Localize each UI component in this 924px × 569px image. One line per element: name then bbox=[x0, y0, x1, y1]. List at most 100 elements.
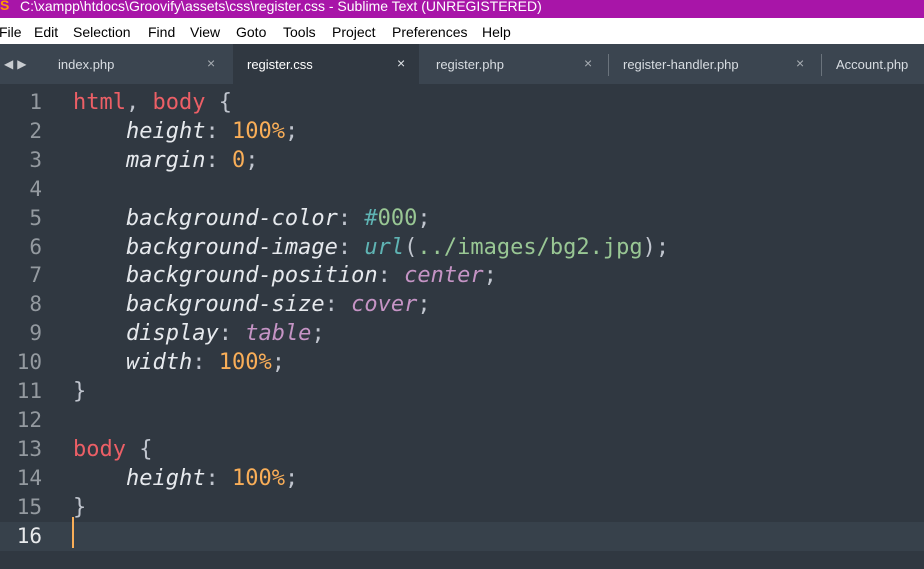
code-line[interactable]: 12 bbox=[0, 406, 924, 435]
code-token: 000 bbox=[377, 205, 418, 231]
line-code: height: 100%; bbox=[73, 466, 298, 491]
window-title: C:\xampp\htdocs\Groovify\assets\css\regi… bbox=[20, 0, 542, 14]
line-code: } bbox=[73, 495, 86, 520]
menu-preferences[interactable]: Preferences bbox=[392, 24, 467, 40]
code-token: 0 bbox=[231, 147, 246, 173]
code-token: margin bbox=[125, 147, 206, 173]
line-number: 6 bbox=[29, 234, 42, 259]
code-line[interactable]: 8 background-size: cover; bbox=[0, 290, 924, 319]
menu-edit[interactable]: Edit bbox=[34, 24, 58, 40]
code-token: ; bbox=[284, 465, 299, 491]
code-line[interactable]: 1 html, body { bbox=[0, 88, 924, 117]
nav-forward-icon[interactable]: ▶ bbox=[17, 57, 30, 71]
nav-back-icon[interactable]: ◀ bbox=[4, 57, 17, 71]
code-token: : bbox=[337, 234, 365, 260]
menu-project[interactable]: Project bbox=[332, 24, 376, 40]
line-number: 14 bbox=[16, 465, 42, 490]
tab-label: index.php bbox=[58, 57, 115, 72]
code-token: ); bbox=[642, 234, 670, 260]
line-code: background-position: center; bbox=[73, 263, 497, 288]
line-code: margin: 0; bbox=[73, 148, 258, 173]
code-token: center bbox=[404, 263, 484, 289]
line-code: background-size: cover; bbox=[73, 292, 431, 317]
line-number: 8 bbox=[29, 292, 42, 317]
code-token: 100 bbox=[231, 465, 272, 491]
close-icon[interactable]: × bbox=[397, 55, 405, 71]
code-token: background-size bbox=[125, 292, 325, 318]
code-token: body bbox=[152, 90, 206, 115]
code-line[interactable]: 4 bbox=[0, 175, 924, 204]
menu-file[interactable]: File bbox=[0, 24, 22, 40]
close-icon[interactable]: × bbox=[207, 55, 215, 71]
code-line[interactable]: 11} bbox=[0, 377, 924, 406]
menu-view[interactable]: View bbox=[190, 24, 220, 40]
code-line[interactable]: 10 width: 100%; bbox=[0, 348, 924, 377]
menu-help[interactable]: Help bbox=[482, 24, 511, 40]
line-code: body { bbox=[73, 437, 152, 462]
code-token: ; bbox=[483, 263, 497, 289]
code-token: , bbox=[125, 90, 153, 115]
code-line[interactable]: 2 height: 100%; bbox=[0, 117, 924, 146]
code-token: : bbox=[205, 147, 232, 173]
menu-tools[interactable]: Tools bbox=[283, 24, 316, 40]
code-token: body bbox=[73, 436, 126, 462]
line-number: 11 bbox=[16, 379, 42, 403]
code-token: background-color bbox=[125, 205, 338, 231]
tab-register-php[interactable]: register.php × bbox=[420, 44, 606, 84]
code-editor[interactable]: 1 html, body {2 height: 100%; 3 margin: 0;… bbox=[0, 84, 924, 569]
menu-selection[interactable]: Selection bbox=[73, 24, 131, 40]
tab-label: register.css bbox=[247, 57, 313, 72]
code-token: } bbox=[73, 494, 87, 520]
line-number: 16 bbox=[16, 523, 42, 548]
line-number: 12 bbox=[16, 407, 42, 432]
code-token: : bbox=[205, 118, 232, 144]
line-code: background-image: url(../images/bg2.jpg)… bbox=[73, 235, 669, 260]
code-line[interactable]: 16 bbox=[0, 521, 924, 551]
code-token: ; bbox=[284, 118, 299, 144]
tab-account-php[interactable]: Account.php bbox=[822, 44, 924, 84]
code-token: ; bbox=[417, 205, 431, 231]
line-code: width: 100%; bbox=[73, 350, 285, 375]
line-code: height: 100%; bbox=[73, 119, 298, 144]
tab-register-css[interactable]: register.css × bbox=[233, 44, 419, 84]
code-token: ../images/bg2.jpg bbox=[417, 234, 643, 260]
line-number: 13 bbox=[16, 436, 42, 461]
code-token: % bbox=[258, 350, 272, 376]
code-line[interactable]: 13 body { bbox=[0, 435, 924, 464]
code-token: display bbox=[125, 321, 219, 347]
code-line[interactable]: 9 display: table; bbox=[0, 319, 924, 348]
code-token: height bbox=[125, 465, 206, 491]
code-line[interactable]: 6 background-image: url(../images/bg2.jp… bbox=[0, 233, 924, 262]
menu-goto[interactable]: Goto bbox=[236, 24, 266, 40]
text-cursor bbox=[72, 517, 74, 548]
line-code: background-color: #000; bbox=[73, 206, 431, 231]
tab-register-handler-php[interactable]: register-handler.php × bbox=[609, 44, 818, 84]
code-line[interactable]: 7 background-position: center; bbox=[0, 261, 924, 290]
code-token: 100 bbox=[218, 350, 259, 376]
code-token: { bbox=[125, 436, 153, 462]
code-line[interactable]: 5 background-color: #000; bbox=[0, 204, 924, 233]
code-token: height bbox=[125, 118, 206, 144]
code-token: : bbox=[337, 205, 365, 231]
close-icon[interactable]: × bbox=[584, 55, 592, 71]
code-line[interactable]: 14 height: 100%; bbox=[0, 464, 924, 493]
close-icon[interactable]: × bbox=[796, 55, 804, 71]
code-token: 100 bbox=[231, 118, 272, 144]
line-code: html, body { bbox=[73, 90, 232, 115]
code-token: % bbox=[271, 118, 285, 144]
code-line[interactable]: 15} bbox=[0, 493, 924, 522]
menu-find[interactable]: Find bbox=[148, 24, 175, 40]
line-number: 5 bbox=[29, 205, 42, 230]
code-token: } bbox=[73, 379, 87, 404]
code-line[interactable]: 3 margin: 0; bbox=[0, 146, 924, 175]
tab-nav-arrows: ◀▶ bbox=[4, 57, 30, 71]
tab-index-php[interactable]: index.php × bbox=[40, 44, 232, 84]
